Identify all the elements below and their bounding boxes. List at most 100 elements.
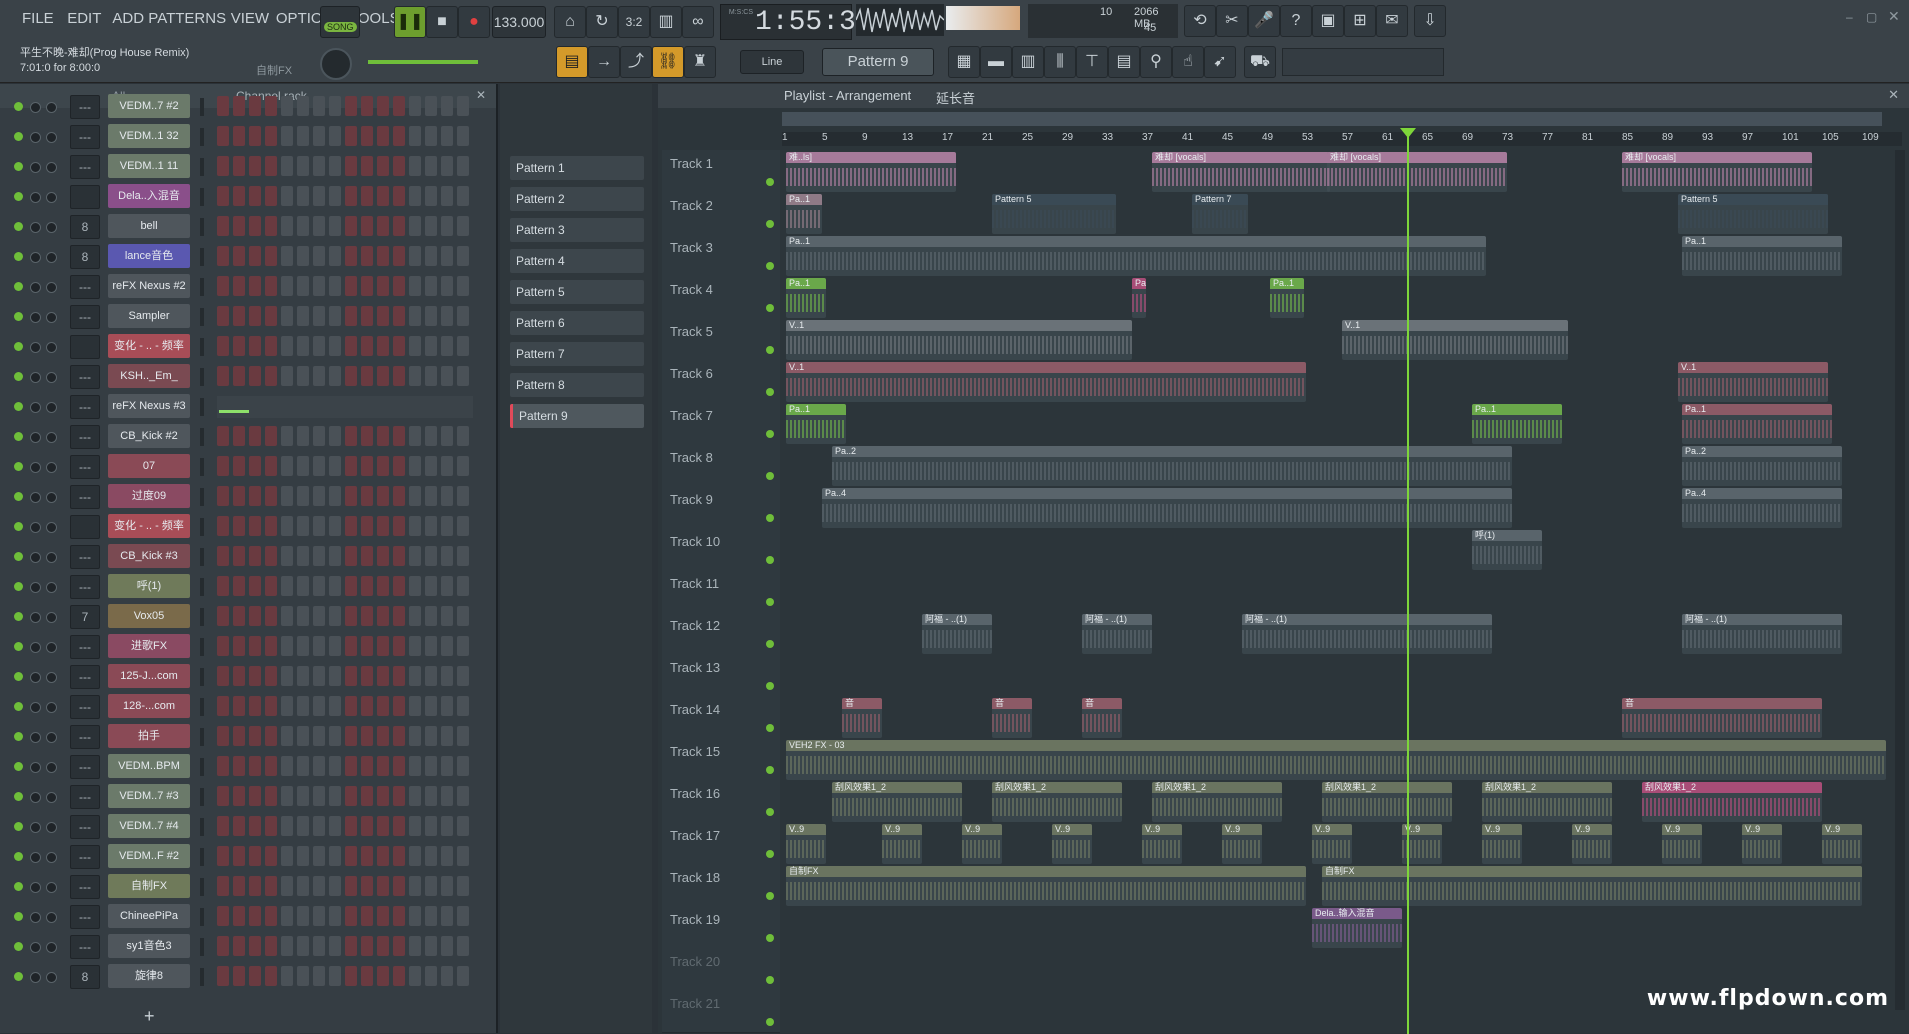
step-button[interactable] (457, 246, 469, 266)
step-button[interactable] (409, 456, 421, 476)
step-button[interactable] (217, 786, 229, 806)
ruler[interactable]: 1 5 9 13 17 21 25 29 33 37 41 45 49 53 57 61 65 69 73 77 81 8… (782, 132, 1902, 146)
step-button[interactable] (393, 216, 405, 236)
step-button[interactable] (265, 786, 277, 806)
step-button[interactable] (233, 696, 245, 716)
channel-button[interactable]: Sampler (108, 304, 190, 328)
channel-enable-led[interactable] (14, 462, 23, 471)
step-button[interactable] (265, 936, 277, 956)
step-button[interactable] (345, 786, 357, 806)
step-button[interactable] (329, 966, 341, 986)
step-sequencer[interactable] (217, 936, 473, 958)
channel-pan-knob[interactable] (30, 462, 41, 473)
pause-button[interactable]: ❚❚ (394, 6, 426, 38)
channel-pan-knob[interactable] (30, 552, 41, 563)
channel-button[interactable]: reFX Nexus #3 (108, 394, 190, 418)
step-button[interactable] (233, 756, 245, 776)
step-button[interactable] (329, 516, 341, 536)
step-button[interactable] (457, 876, 469, 896)
step-button[interactable] (313, 756, 325, 776)
track-mute-led[interactable] (766, 892, 774, 900)
step-button[interactable] (345, 696, 357, 716)
channel-row[interactable]: --- reFX Nexus #2 (0, 272, 490, 302)
step-button[interactable] (457, 756, 469, 776)
step-button[interactable] (281, 606, 293, 626)
step-button[interactable] (409, 696, 421, 716)
channel-button[interactable]: KSH.._Em_ (108, 364, 190, 388)
step-button[interactable] (409, 966, 421, 986)
channel-volume-knob[interactable] (46, 822, 57, 833)
step-button[interactable] (249, 516, 261, 536)
step-button[interactable] (393, 786, 405, 806)
menu-view[interactable]: VIEW (231, 10, 269, 27)
step-button[interactable] (329, 276, 341, 296)
step-button[interactable] (441, 576, 453, 596)
step-button[interactable] (425, 876, 437, 896)
track-mute-led[interactable] (766, 262, 774, 270)
channel-select-led[interactable] (200, 218, 204, 236)
playlist-clip[interactable]: 难..ls] (786, 152, 956, 192)
step-button[interactable] (425, 246, 437, 266)
step-button[interactable] (281, 366, 293, 386)
channel-pan-knob[interactable] (30, 492, 41, 503)
step-button[interactable] (281, 876, 293, 896)
playlist-icon[interactable]: ▤ (556, 46, 588, 78)
stop-button[interactable]: ■ (426, 6, 458, 38)
channel-enable-led[interactable] (14, 822, 23, 831)
channel-volume-knob[interactable] (46, 642, 57, 653)
playlist-clip[interactable]: V..9 (786, 824, 826, 864)
step-button[interactable] (281, 666, 293, 686)
step-button[interactable] (361, 336, 373, 356)
channel-row[interactable]: --- VEDM..7 #4 (0, 812, 490, 842)
step-button[interactable] (329, 906, 341, 926)
step-button[interactable] (425, 486, 437, 506)
track-header[interactable]: Track 20 (662, 948, 780, 991)
step-button[interactable] (425, 216, 437, 236)
step-button[interactable] (281, 696, 293, 716)
step-button[interactable] (425, 786, 437, 806)
pattern-item[interactable]: Pattern 7 (510, 342, 644, 366)
channel-row[interactable]: --- VEDM..1 11 (0, 152, 490, 182)
step-button[interactable] (329, 876, 341, 896)
step-button[interactable] (329, 786, 341, 806)
step-button[interactable] (297, 156, 309, 176)
step-button[interactable] (265, 366, 277, 386)
playlist-clip[interactable]: V..9 (1482, 824, 1522, 864)
step-button[interactable] (457, 696, 469, 716)
step-button[interactable] (425, 306, 437, 326)
step-button[interactable] (441, 156, 453, 176)
playlist-clip[interactable]: Pa..1 (1472, 404, 1562, 444)
step-button[interactable] (217, 606, 229, 626)
step-button[interactable] (297, 126, 309, 146)
step-button[interactable] (313, 636, 325, 656)
step-button[interactable] (313, 936, 325, 956)
step-button[interactable] (425, 336, 437, 356)
close-icon[interactable]: ✕ (1888, 87, 1899, 103)
step-button[interactable] (377, 936, 389, 956)
step-sequencer[interactable] (217, 96, 473, 118)
step-button[interactable] (297, 696, 309, 716)
step-button[interactable] (377, 696, 389, 716)
step-button[interactable] (377, 876, 389, 896)
step-button[interactable] (313, 96, 325, 116)
channel-volume-knob[interactable] (46, 282, 57, 293)
step-button[interactable] (313, 816, 325, 836)
step-sequencer[interactable] (217, 126, 473, 148)
step-button[interactable] (377, 606, 389, 626)
step-button[interactable] (409, 186, 421, 206)
step-button[interactable] (409, 576, 421, 596)
step-button[interactable] (441, 246, 453, 266)
step-button[interactable] (233, 516, 245, 536)
undo-icon[interactable]: ⟲ (1184, 5, 1216, 37)
maximize-icon[interactable]: ▢ (1866, 10, 1877, 24)
channel-enable-led[interactable] (14, 192, 23, 201)
channel-row[interactable]: 7 Vox05 (0, 602, 490, 632)
step-button[interactable] (297, 846, 309, 866)
step-button[interactable] (393, 606, 405, 626)
step-button[interactable] (345, 336, 357, 356)
step-button[interactable] (457, 786, 469, 806)
step-button[interactable] (361, 516, 373, 536)
playlist-clip[interactable]: Pa..1 (786, 278, 826, 318)
step-button[interactable] (329, 306, 341, 326)
playlist-clip[interactable]: 自制FX (1322, 866, 1862, 906)
